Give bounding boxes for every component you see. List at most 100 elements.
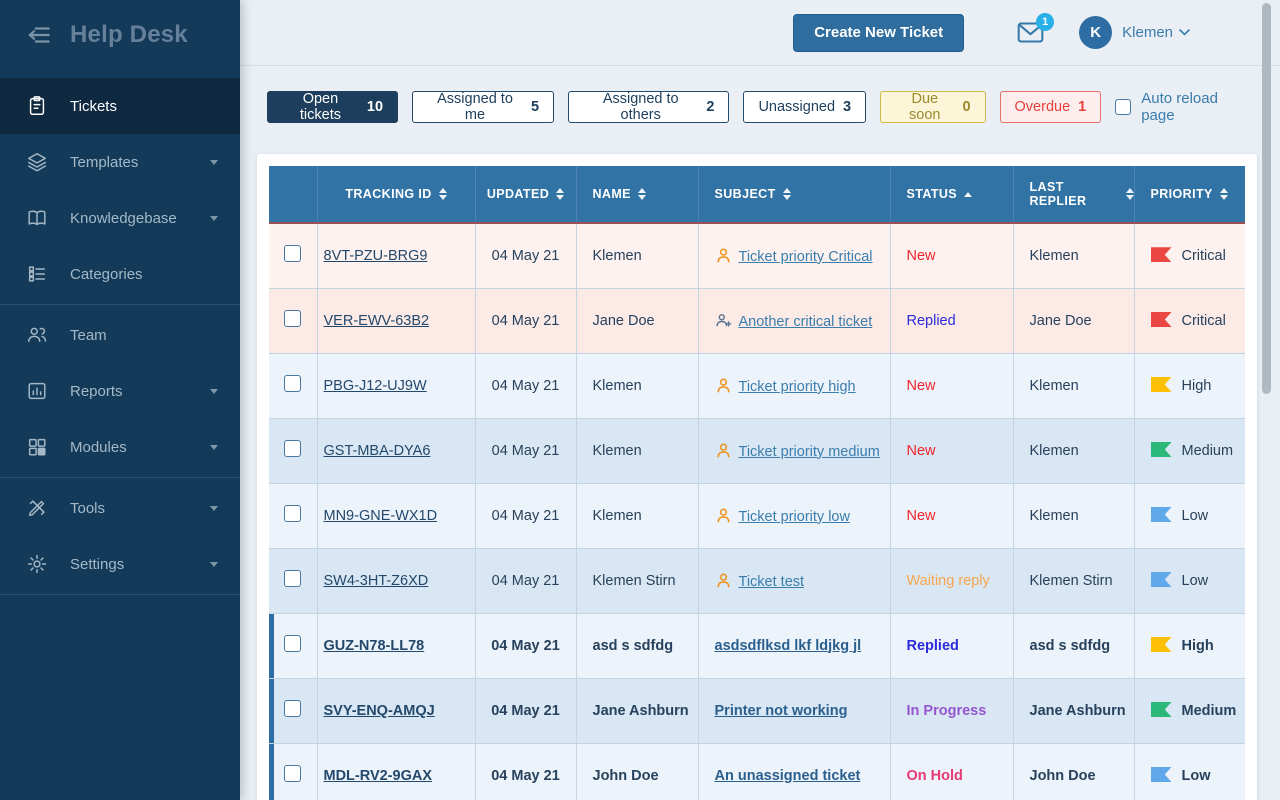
user-menu[interactable]: K Klemen xyxy=(1079,16,1190,49)
row-checkbox[interactable] xyxy=(284,765,301,782)
row-checkbox[interactable] xyxy=(284,570,301,587)
sidebar-item-knowledgebase[interactable]: Knowledgebase xyxy=(0,190,240,246)
subject-link[interactable]: Printer not working xyxy=(715,703,848,719)
name-cell: Klemen Stirn xyxy=(576,548,698,613)
priority-label: Low xyxy=(1182,768,1211,784)
column-header-subject[interactable]: Subject xyxy=(698,166,890,223)
create-new-ticket-button[interactable]: Create New Ticket xyxy=(793,14,964,52)
auto-reload-checkbox[interactable] xyxy=(1115,99,1131,115)
topbar: Create New Ticket 1 K Klemen xyxy=(240,0,1280,66)
status-cell: Replied xyxy=(890,613,1013,678)
column-header-priority[interactable]: Priority xyxy=(1134,166,1245,223)
row-checkbox[interactable] xyxy=(284,505,301,522)
column-header-last-replier[interactable]: Last Replier xyxy=(1013,166,1134,223)
page-scrollbar[interactable] xyxy=(1262,3,1271,394)
subject-link[interactable]: asdsdflksd lkf ldjkg jl xyxy=(715,638,862,654)
row-checkbox[interactable] xyxy=(284,635,301,652)
subject-link[interactable]: An unassigned ticket xyxy=(715,768,861,784)
subject-link[interactable]: Ticket priority medium xyxy=(739,444,880,460)
subject-cell: Ticket priority Critical xyxy=(698,223,890,288)
column-header-tracking-id[interactable]: Tracking ID xyxy=(317,166,475,223)
tracking-id-link[interactable]: PBG-J12-UJ9W xyxy=(324,378,427,394)
status-badge: In Progress xyxy=(907,703,987,719)
filter-overdue[interactable]: Overdue 1 xyxy=(1000,91,1102,123)
tracking-id-cell: MDL-RV2-9GAX xyxy=(317,743,475,800)
sidebar-item-label: Templates xyxy=(70,154,138,171)
status-cell: Replied xyxy=(890,288,1013,353)
row-checkbox[interactable] xyxy=(284,375,301,392)
tracking-id-link[interactable]: MN9-GNE-WX1D xyxy=(324,508,438,524)
filter-unassigned[interactable]: Unassigned 3 xyxy=(743,91,866,123)
row-checkbox[interactable] xyxy=(284,310,301,327)
filter-count: 3 xyxy=(843,99,851,115)
name-cell: Klemen xyxy=(576,418,698,483)
filter-assigned-to-me[interactable]: Assigned to me 5 xyxy=(412,91,554,123)
column-header-name[interactable]: Name xyxy=(576,166,698,223)
table-row: SW4-3HT-Z6XD 04 May 21 Klemen Stirn Tick… xyxy=(269,548,1245,613)
tracking-id-link[interactable]: SVY-ENQ-AMQJ xyxy=(324,703,435,719)
row-checkbox[interactable] xyxy=(284,245,301,262)
subject-link[interactable]: Ticket priority low xyxy=(739,509,850,525)
reports-icon xyxy=(26,380,48,402)
subject-link[interactable]: Ticket priority Critical xyxy=(739,249,873,265)
subject-cell: Printer not working xyxy=(698,678,890,743)
name-cell: Klemen xyxy=(576,223,698,288)
notification-badge: 1 xyxy=(1036,13,1054,31)
person-icon xyxy=(715,442,732,459)
filter-count: 1 xyxy=(1078,99,1086,115)
sidebar-item-templates[interactable]: Templates xyxy=(0,134,240,190)
knowledgebase-icon xyxy=(26,207,48,229)
notifications-button[interactable]: 1 xyxy=(1017,21,1044,44)
row-checkbox[interactable] xyxy=(284,440,301,457)
row-select-cell xyxy=(269,223,317,288)
priority-cell: Critical xyxy=(1134,223,1245,288)
column-header-status[interactable]: Status xyxy=(890,166,1013,223)
settings-icon xyxy=(26,553,48,575)
avatar: K xyxy=(1079,16,1112,49)
collapse-sidebar-icon[interactable] xyxy=(26,22,52,48)
sort-icon xyxy=(638,188,646,200)
row-select-cell xyxy=(269,548,317,613)
filter-count: 2 xyxy=(706,99,714,115)
status-cell: New xyxy=(890,483,1013,548)
sidebar-item-team[interactable]: Team xyxy=(0,307,240,363)
table-row: SVY-ENQ-AMQJ 04 May 21 Jane Ashburn Prin… xyxy=(269,678,1245,743)
priority-cell: Medium xyxy=(1134,678,1245,743)
sidebar-item-tickets[interactable]: Tickets xyxy=(0,78,240,134)
filter-open-tickets[interactable]: Open tickets 10 xyxy=(267,91,398,123)
row-select-cell xyxy=(269,613,317,678)
subject-link[interactable]: Another critical ticket xyxy=(739,314,873,330)
priority-flag-icon xyxy=(1151,507,1172,522)
subject-link[interactable]: Ticket test xyxy=(739,574,805,590)
user-name: Klemen xyxy=(1122,24,1173,41)
priority-flag-icon xyxy=(1151,767,1172,782)
sidebar-item-categories[interactable]: Categories xyxy=(0,246,240,302)
column-header-label: Updated xyxy=(487,187,549,201)
auto-reload-toggle[interactable]: Auto reload page xyxy=(1115,90,1253,124)
sidebar-item-settings[interactable]: Settings xyxy=(0,536,240,592)
priority-flag-icon xyxy=(1151,637,1172,652)
subject-cell: asdsdflksd lkf ldjkg jl xyxy=(698,613,890,678)
column-header-updated[interactable]: Updated xyxy=(475,166,576,223)
tracking-id-cell: MN9-GNE-WX1D xyxy=(317,483,475,548)
row-checkbox[interactable] xyxy=(284,700,301,717)
tracking-id-link[interactable]: 8VT-PZU-BRG9 xyxy=(324,248,428,264)
filter-due-soon[interactable]: Due soon 0 xyxy=(880,91,985,123)
tracking-id-link[interactable]: MDL-RV2-9GAX xyxy=(324,768,433,784)
sidebar-item-reports[interactable]: Reports xyxy=(0,363,240,419)
tracking-id-link[interactable]: GST-MBA-DYA6 xyxy=(324,443,431,459)
last-replier-cell: asd s sdfdg xyxy=(1013,613,1134,678)
priority-label: High xyxy=(1182,378,1212,394)
tracking-id-link[interactable]: SW4-3HT-Z6XD xyxy=(324,573,429,589)
status-badge: New xyxy=(907,378,936,394)
subject-link[interactable]: Ticket priority high xyxy=(739,379,856,395)
sidebar-item-tools[interactable]: Tools xyxy=(0,480,240,536)
person-icon xyxy=(715,507,732,524)
filter-assigned-to-others[interactable]: Assigned to others 2 xyxy=(568,91,729,123)
tracking-id-link[interactable]: VER-EWV-63B2 xyxy=(324,313,430,329)
priority-label: Medium xyxy=(1182,703,1237,719)
name-cell: Klemen xyxy=(576,353,698,418)
chevron-down-icon xyxy=(210,216,218,221)
sidebar-item-modules[interactable]: Modules xyxy=(0,419,240,475)
tracking-id-link[interactable]: GUZ-N78-LL78 xyxy=(324,638,425,654)
